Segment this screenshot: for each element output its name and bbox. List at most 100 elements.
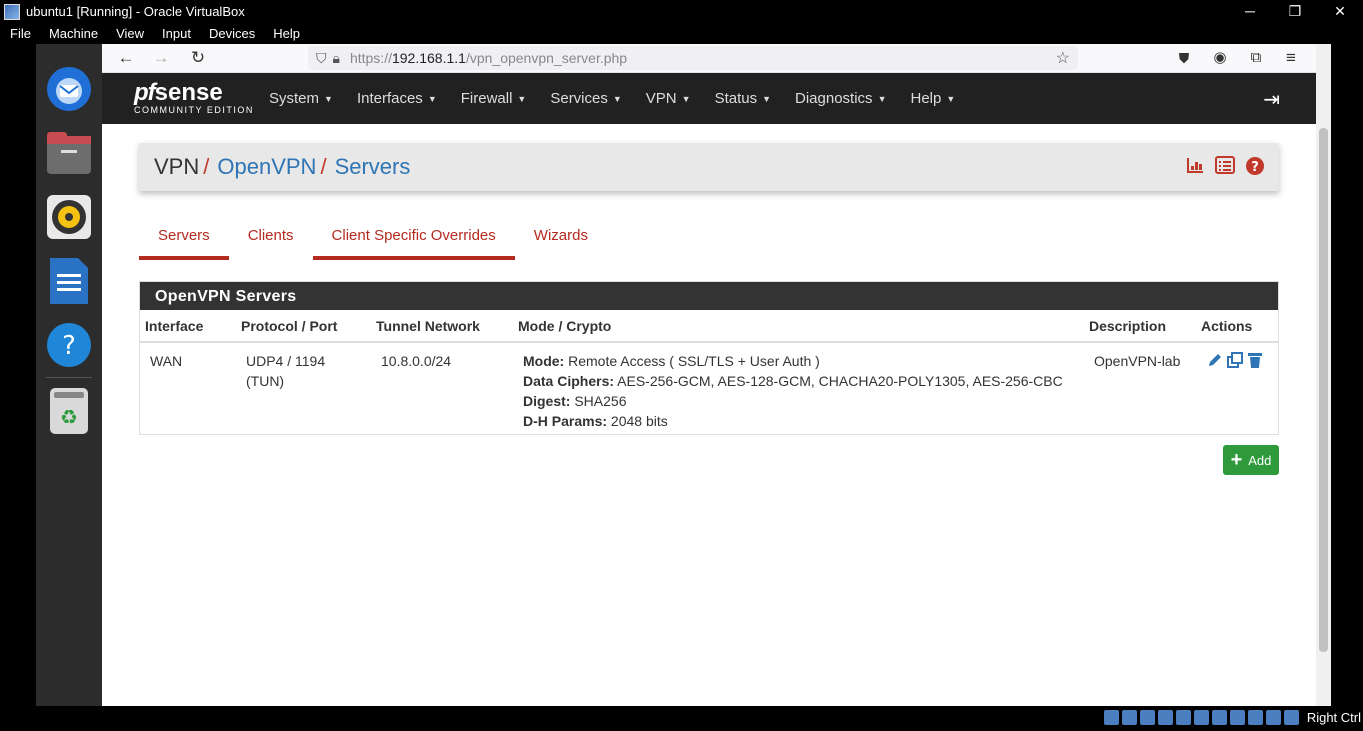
menu-view[interactable]: View [106, 26, 152, 41]
pfsense-logo[interactable]: pfsense COMMUNITY EDITION [134, 79, 254, 115]
recording-icon[interactable] [1230, 710, 1245, 725]
menu-help[interactable]: Help [263, 26, 308, 41]
header-protocol-port: Protocol / Port [236, 310, 371, 343]
reload-icon[interactable]: ↻ [186, 47, 210, 69]
writer-icon[interactable] [44, 256, 94, 306]
menu-diagnostics-label: Diagnostics [795, 90, 873, 107]
menu-vpn-label: VPN [645, 90, 677, 107]
storage-icon[interactable] [1104, 710, 1119, 725]
mode-line: Mode: Remote Access ( SSL/TLS + User Aut… [523, 351, 1074, 371]
app-menu-icon[interactable]: ≡ [1279, 47, 1303, 69]
help-icon[interactable]: ? [44, 320, 94, 370]
files-icon[interactable] [44, 128, 94, 178]
network-icon[interactable] [1158, 710, 1173, 725]
breadcrumb-separator: / [320, 154, 327, 179]
cell-tunnel-network: 10.8.0.0/24 [381, 353, 452, 369]
tab-clients[interactable]: Clients [229, 216, 313, 260]
dock-separator [46, 377, 92, 378]
digest-line: Digest: SHA256 [523, 391, 1074, 411]
dh-line: D-H Params: 2048 bits [523, 411, 1074, 431]
help-question-icon[interactable]: ? [1245, 156, 1265, 176]
forward-icon[interactable]: → [149, 47, 173, 69]
back-icon[interactable]: ← [114, 47, 138, 69]
pfsense-main-menu: System ▼ Interfaces ▼ Firewall ▼ Services ▼ … [269, 73, 979, 124]
menu-firewall-label: Firewall [460, 90, 513, 107]
display-icon[interactable] [1212, 710, 1227, 725]
menu-machine[interactable]: Machine [39, 26, 106, 41]
caret-down-icon: ▼ [877, 94, 887, 105]
breadcrumb-openvpn[interactable]: OpenVPN [217, 154, 316, 180]
audio-icon[interactable] [1140, 710, 1155, 725]
menu-system-label: System [269, 90, 320, 107]
virtualbox-status-bar: Right Ctrl [0, 706, 1363, 731]
menu-file[interactable]: File [0, 26, 39, 41]
thunderbird-icon[interactable] [44, 64, 94, 114]
url-bar[interactable]: ⛉ 🔒︎ https://192.168.1.1/vpn_openvpn_ser… [308, 46, 1078, 70]
menu-input[interactable]: Input [152, 26, 199, 41]
caret-down-icon: ▼ [946, 94, 956, 105]
svg-text:?: ? [62, 331, 76, 361]
delete-trash-icon[interactable] [1246, 351, 1266, 371]
minimize-button[interactable]: ─ [1227, 0, 1273, 23]
tab-servers[interactable]: Servers [139, 216, 229, 260]
menu-diagnostics[interactable]: Diagnostics ▼ [795, 90, 886, 107]
restore-button[interactable]: ❐ [1272, 0, 1318, 23]
log-list-icon[interactable] [1215, 156, 1235, 176]
extensions-icon[interactable]: ⧉ [1244, 47, 1268, 69]
rhythmbox-icon[interactable] [44, 192, 94, 242]
openvpn-tabs: Servers Clients Client Specific Override… [139, 216, 607, 260]
optical-drive-icon[interactable] [1122, 710, 1137, 725]
cell-actions [1196, 342, 1278, 439]
copy-icon[interactable] [1226, 351, 1246, 371]
logout-icon[interactable]: ⇥ [1263, 87, 1280, 112]
breadcrumb-vpn: VPN [154, 154, 200, 179]
ciphers-value: AES-256-GCM, AES-128-GCM, CHACHA20-POLY1… [617, 373, 1063, 389]
tab-client-specific-overrides[interactable]: Client Specific Overrides [312, 216, 515, 260]
usb-icon[interactable] [1176, 710, 1191, 725]
caret-down-icon: ▼ [324, 94, 333, 105]
cpu-icon[interactable] [1248, 710, 1263, 725]
table-row: WAN UDP4 / 1194 (TUN) 10.8.0.0/24 Mode: … [140, 342, 1278, 439]
cell-mode-crypto: Mode: Remote Access ( SSL/TLS + User Aut… [513, 342, 1084, 439]
url-host: 192.168.1.1 [391, 50, 466, 66]
shield-icon[interactable]: ⛉ [316, 50, 327, 67]
url-path: /vpn_openvpn_server.php [465, 50, 628, 66]
add-server-button[interactable]: + Add [1223, 445, 1279, 475]
trash-icon[interactable]: ♻ [44, 386, 94, 436]
ubuntu-dock: ? ♻ [36, 44, 102, 706]
menu-status-label: Status [714, 90, 758, 107]
menu-help-pf[interactable]: Help ▼ [910, 90, 955, 107]
svg-text:♻: ♻ [60, 405, 78, 429]
menu-system[interactable]: System ▼ [269, 90, 333, 107]
close-button[interactable]: ✕ [1317, 0, 1363, 23]
menu-services[interactable]: Services ▼ [550, 90, 621, 107]
url-prefix: https:// [349, 50, 392, 66]
svg-text:?: ? [1251, 160, 1259, 175]
pocket-icon[interactable]: ⛊ [1172, 47, 1196, 69]
tab-wizards[interactable]: Wizards [515, 216, 607, 260]
menu-interfaces[interactable]: Interfaces ▼ [357, 90, 437, 107]
shared-folders-icon[interactable] [1194, 710, 1209, 725]
edit-pencil-icon[interactable] [1206, 351, 1226, 371]
menu-vpn[interactable]: VPN ▼ [646, 90, 691, 107]
pfsense-navbar: pfsense COMMUNITY EDITION System ▼ Interf… [102, 73, 1316, 124]
keyboard-icon[interactable] [1284, 710, 1299, 725]
mouse-integration-icon[interactable] [1266, 710, 1281, 725]
status-graph-icon[interactable] [1185, 156, 1205, 176]
header-interface: Interface [140, 310, 236, 343]
breadcrumb-servers[interactable]: Servers [335, 154, 411, 180]
scrollbar-thumb[interactable] [1319, 128, 1328, 652]
page-scrollbar[interactable] [1316, 44, 1331, 706]
menu-firewall[interactable]: Firewall ▼ [461, 90, 527, 107]
lock-icon[interactable]: 🔒︎ [333, 50, 340, 67]
account-icon[interactable]: ◉ [1208, 47, 1232, 69]
dh-value: 2048 bits [610, 413, 668, 429]
digest-label: Digest: [523, 393, 571, 409]
header-mode-crypto: Mode / Crypto [513, 310, 1084, 343]
bookmark-star-icon[interactable]: ☆ [1056, 48, 1070, 68]
ciphers-line: Data Ciphers: AES-256-GCM, AES-128-GCM, … [523, 371, 1074, 391]
menu-devices[interactable]: Devices [199, 26, 263, 41]
menu-status[interactable]: Status ▼ [715, 90, 771, 107]
breadcrumb-icons: ? [1185, 156, 1265, 176]
mode-label: Mode: [523, 353, 565, 369]
